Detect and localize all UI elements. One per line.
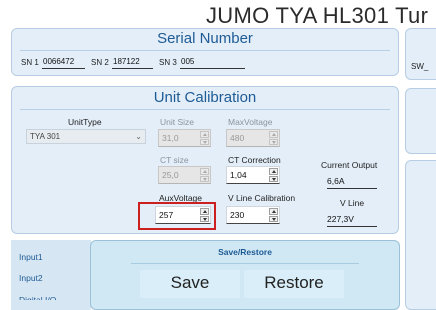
aux-voltage-up-icon[interactable] — [200, 208, 209, 215]
ct-correction-label: CT Correction — [228, 155, 281, 165]
save-restore-heading: Save/Restore — [218, 247, 272, 257]
sn3-label: SN 3 — [159, 58, 177, 67]
ct-correction-up-icon[interactable] — [269, 168, 278, 175]
current-output-value: 6,6A — [327, 176, 377, 189]
unit-size-up-icon[interactable] — [200, 131, 209, 138]
aux-voltage-down-icon[interactable] — [200, 215, 209, 222]
nav-item-input1[interactable]: Input1 — [19, 252, 43, 262]
ct-size-down-icon[interactable] — [200, 175, 209, 182]
v-line-label: V Line — [340, 198, 365, 208]
unit-size-value: 31,0 — [162, 133, 179, 143]
sw-label: SW_ — [411, 62, 429, 71]
max-voltage-down-icon[interactable] — [269, 138, 278, 145]
ct-correction-down-icon[interactable] — [269, 175, 278, 182]
ct-correction-value: 1,04 — [230, 170, 247, 180]
unit-size-label: Unit Size — [160, 117, 195, 127]
ct-size-value: 25,0 — [162, 170, 179, 180]
sn2-label: SN 2 — [91, 58, 109, 67]
v-line-calibration-value: 230 — [230, 210, 245, 220]
right-panel-bottom — [405, 160, 436, 310]
max-voltage-stepper[interactable]: 480 — [226, 129, 280, 147]
nav-item-input2[interactable]: Input2 — [19, 273, 43, 283]
max-voltage-up-icon[interactable] — [269, 131, 278, 138]
v-line-calibration-up-icon[interactable] — [269, 208, 278, 215]
v-line-value: 227,3V — [327, 214, 377, 227]
right-panel-middle — [405, 88, 436, 154]
app-title: JUMO TYA HL301 Tur — [206, 3, 429, 28]
sn3-field[interactable]: 005 — [180, 57, 245, 69]
unit-size-stepper[interactable]: 31,0 — [158, 129, 211, 147]
serial-number-heading: Serial Number — [157, 30, 253, 47]
unit-type-select[interactable]: TYA 301 ⌄ — [26, 129, 146, 144]
max-voltage-label: MaxVoltage — [228, 117, 273, 127]
current-output-label: Current Output — [321, 160, 378, 170]
ct-correction-stepper[interactable]: 1,04 — [226, 166, 280, 184]
aux-voltage-stepper[interactable]: 257 — [155, 206, 211, 224]
sn2-field[interactable]: 187122 — [112, 57, 153, 69]
aux-voltage-value: 257 — [159, 210, 174, 220]
v-line-calibration-stepper[interactable]: 230 — [226, 206, 280, 224]
v-line-calibration-label: V Line Calibration — [228, 193, 296, 203]
chevron-down-icon: ⌄ — [135, 132, 142, 141]
ct-size-stepper[interactable]: 25,0 — [158, 166, 211, 184]
sn1-field[interactable]: 0066472 — [42, 57, 85, 69]
unit-calibration-heading: Unit Calibration — [153, 89, 257, 106]
ct-size-label: CT size — [160, 155, 189, 165]
unit-size-down-icon[interactable] — [200, 138, 209, 145]
ct-size-up-icon[interactable] — [200, 168, 209, 175]
nav-item-digital-io[interactable]: Digital I/O — [19, 294, 56, 300]
sn1-label: SN 1 — [21, 58, 39, 67]
unit-type-label: UnitType — [68, 117, 102, 127]
save-button[interactable]: Save — [140, 270, 240, 298]
unit-type-value: TYA 301 — [30, 132, 61, 141]
max-voltage-value: 480 — [230, 133, 245, 143]
v-line-calibration-down-icon[interactable] — [269, 215, 278, 222]
right-panel-top — [405, 28, 436, 80]
restore-button[interactable]: Restore — [244, 270, 344, 298]
